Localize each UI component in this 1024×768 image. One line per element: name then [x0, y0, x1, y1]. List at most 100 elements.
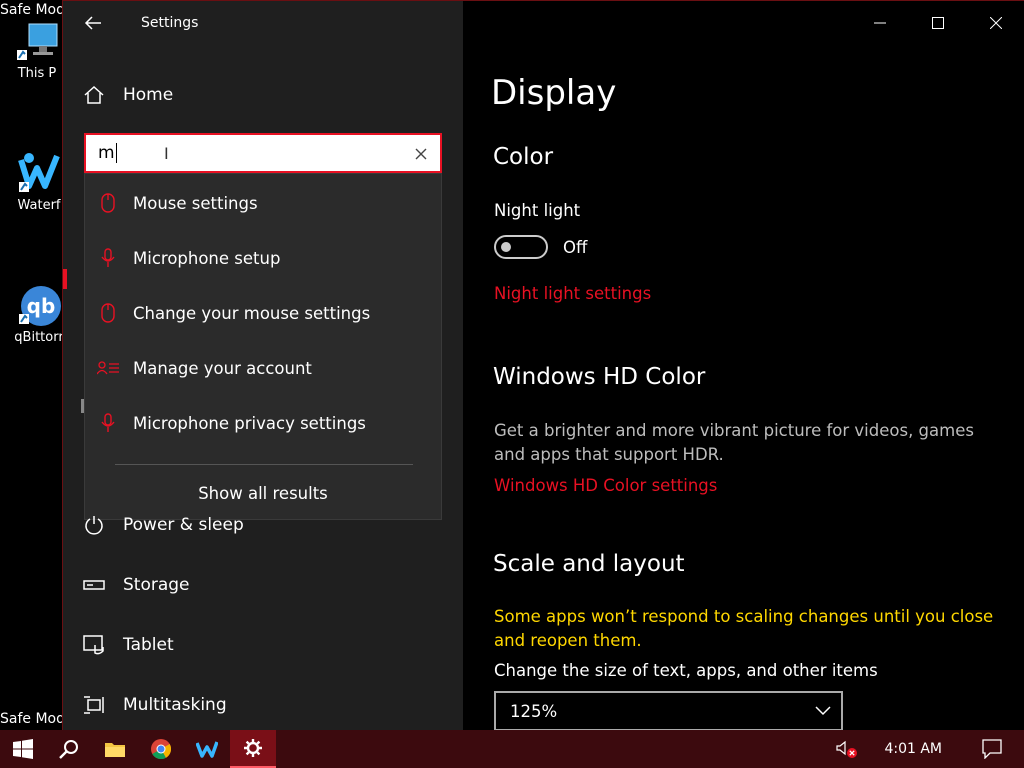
search-input-value: m	[98, 143, 115, 163]
desktop-icon-label: Waterf	[17, 198, 61, 213]
minimize-button[interactable]	[851, 1, 909, 45]
night-light-toggle[interactable]	[494, 235, 548, 259]
sidebar-item-home[interactable]: Home	[83, 79, 173, 111]
suggestion-label: Manage your account	[133, 358, 312, 378]
clear-icon	[415, 148, 427, 160]
sidebar-item-label: Multitasking	[123, 695, 227, 715]
scale-dropdown[interactable]: 125%	[494, 691, 843, 731]
taskbar-waterfox[interactable]	[184, 730, 230, 768]
hd-color-description: Get a brighter and more vibrant picture …	[494, 421, 974, 464]
power-icon	[85, 516, 103, 535]
window-title: Settings	[141, 15, 199, 31]
suggestion-microphone-privacy[interactable]: Microphone privacy settings	[85, 401, 441, 445]
desktop-icon-label: qBittorr	[14, 330, 64, 345]
search-icon	[59, 740, 78, 759]
taskbar-search-button[interactable]	[46, 730, 92, 768]
action-center-button[interactable]	[972, 730, 1012, 768]
account-icon	[97, 361, 119, 375]
suggestion-label: Microphone privacy settings	[133, 413, 366, 433]
start-button[interactable]	[0, 730, 46, 768]
storage-icon	[83, 580, 105, 590]
chevron-down-icon	[815, 706, 831, 716]
back-button[interactable]	[63, 1, 123, 45]
computer-icon	[15, 18, 59, 62]
suggestion-microphone-setup[interactable]: Microphone setup	[85, 236, 441, 280]
desktop-icon-label: This P	[17, 66, 57, 81]
safe-mode-label-top: Safe Mod	[0, 2, 65, 18]
maximize-icon	[932, 17, 944, 29]
page-title: Display	[491, 73, 617, 113]
night-light-label: Night light	[494, 201, 581, 220]
selected-indicator	[63, 269, 67, 289]
suggestion-label: Change your mouse settings	[133, 303, 371, 323]
mouse-icon	[101, 193, 115, 213]
volume-button[interactable]	[832, 730, 862, 768]
suggestion-label: Microphone setup	[133, 248, 281, 268]
clear-search-button[interactable]	[410, 143, 432, 165]
section-heading-scale: Scale and layout	[493, 551, 685, 577]
sidebar: Settings Home m I Mouse settings Microph…	[63, 1, 463, 731]
size-label: Change the size of text, apps, and other…	[494, 661, 878, 680]
chrome-icon	[151, 739, 171, 759]
night-light-toggle-state: Off	[563, 238, 588, 257]
suggestion-label: Mouse settings	[133, 193, 258, 213]
toggle-knob	[501, 242, 511, 252]
search-suggestions-dropdown: Mouse settings Microphone setup Change y…	[84, 173, 442, 520]
taskbar-chrome[interactable]	[138, 730, 184, 768]
close-button[interactable]	[967, 1, 1024, 45]
desktop-icon-waterfox[interactable]: Waterf	[8, 150, 70, 213]
suggestion-manage-account[interactable]: Manage your account	[85, 346, 441, 390]
content-pane: Display Color Night light Off Night ligh…	[463, 1, 1024, 731]
night-light-settings-link[interactable]: Night light settings	[494, 284, 651, 303]
volume-muted-icon	[836, 740, 858, 758]
sidebar-item-power-sleep[interactable]: Power & sleep	[83, 509, 244, 541]
scale-warning-text: Some apps won’t respond to scaling chang…	[494, 607, 994, 650]
qbittorrent-icon: qb	[17, 282, 61, 326]
title-bar: Settings	[63, 1, 463, 45]
notification-icon	[982, 739, 1002, 759]
dropdown-divider	[115, 464, 413, 465]
home-icon	[84, 85, 104, 104]
suggestion-change-mouse-settings[interactable]: Change your mouse settings	[85, 291, 441, 335]
waterfox-icon	[196, 741, 218, 758]
settings-gear-icon	[244, 739, 262, 757]
hd-color-settings-link[interactable]: Windows HD Color settings	[494, 476, 717, 495]
sidebar-item-storage[interactable]: Storage	[83, 569, 190, 601]
window-controls	[851, 1, 1024, 45]
multitasking-icon	[84, 696, 104, 714]
section-heading-hd-color: Windows HD Color	[493, 364, 706, 390]
desktop-icon-this-pc[interactable]: This P	[6, 18, 68, 81]
sidebar-item-label: Home	[123, 85, 174, 105]
microphone-icon	[101, 413, 115, 432]
sidebar-item-label: Tablet	[123, 635, 174, 655]
safe-mode-label-bottom: Safe Mod	[0, 711, 65, 727]
taskbar: 4:01 AM	[0, 730, 1024, 768]
text-caret	[115, 143, 117, 163]
desktop-icon-qbittorrent[interactable]: qb qBittorr	[8, 282, 70, 345]
settings-window: Settings Home m I Mouse settings Microph…	[62, 0, 1024, 731]
sidebar-item-tablet[interactable]: Tablet	[83, 629, 174, 661]
show-all-results-button[interactable]: Show all results	[85, 476, 441, 512]
search-input[interactable]: m I	[84, 133, 442, 173]
suggestion-mouse-settings[interactable]: Mouse settings	[85, 181, 441, 225]
minimize-icon	[874, 22, 886, 24]
taskbar-file-explorer[interactable]	[92, 730, 138, 768]
system-tray: 4:01 AM	[832, 730, 1024, 768]
close-icon	[990, 17, 1002, 29]
tablet-icon	[83, 635, 104, 655]
windows-start-icon	[13, 739, 33, 759]
scale-dropdown-value: 125%	[510, 701, 558, 721]
waterfox-icon	[17, 150, 61, 194]
microphone-icon	[101, 248, 115, 267]
sidebar-item-multitasking[interactable]: Multitasking	[83, 689, 227, 721]
maximize-button[interactable]	[909, 1, 967, 45]
mouse-icon	[101, 303, 115, 323]
back-arrow-icon	[84, 16, 101, 30]
taskbar-settings[interactable]	[230, 730, 276, 768]
svg-text:qb: qb	[27, 294, 56, 318]
ibeam-cursor-icon: I	[164, 144, 169, 163]
file-explorer-icon	[105, 743, 125, 757]
taskbar-clock[interactable]: 4:01 AM	[884, 741, 942, 757]
section-heading-color: Color	[493, 144, 554, 170]
sidebar-item-label: Power & sleep	[123, 515, 244, 535]
